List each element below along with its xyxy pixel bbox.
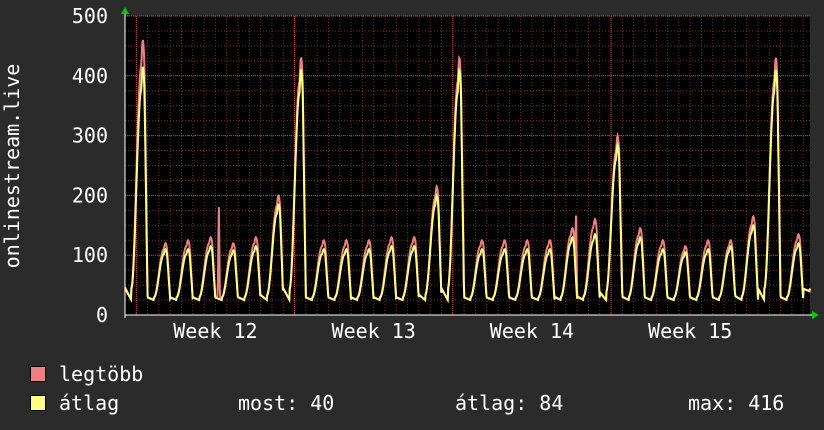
x-tick-label: Week 15 bbox=[648, 319, 732, 343]
legend-label-max: legtöbb bbox=[59, 362, 144, 386]
y-tick-label: 500 bbox=[72, 4, 108, 28]
stat-max: max: 416 bbox=[688, 391, 785, 415]
x-tick-label: Week 13 bbox=[332, 319, 416, 343]
stat-avg: átlag: 84 bbox=[455, 391, 564, 415]
y-tick-label: 400 bbox=[72, 64, 108, 88]
y-tick-label: 100 bbox=[72, 243, 108, 267]
x-axis-arrow bbox=[812, 311, 819, 319]
y-tick-label: 300 bbox=[72, 124, 108, 148]
legend-label-avg: átlag bbox=[59, 391, 120, 415]
x-tick-label: Week 12 bbox=[173, 319, 257, 343]
y-tick-label: 0 bbox=[96, 303, 108, 327]
stat-now: most: 40 bbox=[238, 391, 335, 415]
legend-swatch-avg bbox=[30, 395, 46, 411]
y-axis-label: onlinestream.live bbox=[0, 64, 24, 269]
y-tick-label: 200 bbox=[72, 183, 108, 207]
legend-swatch-max bbox=[30, 366, 46, 382]
x-tick-label: Week 14 bbox=[490, 319, 574, 343]
y-axis-arrow bbox=[121, 7, 129, 14]
